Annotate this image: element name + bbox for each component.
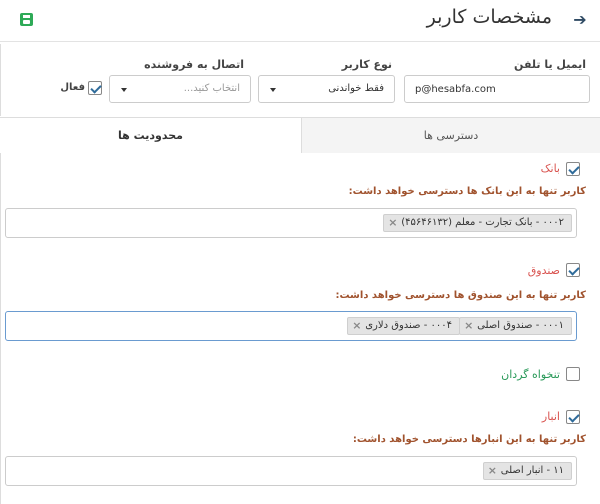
content-border [0, 153, 1, 504]
fund-tag-label: ۰۰۰۱ - صندوق اصلی [477, 320, 564, 331]
active-checkbox[interactable] [88, 81, 102, 95]
bank-description: کاربر تنها به این بانک ها دسترسی خواهد د… [348, 186, 586, 197]
page-title: مشخصات کاربر [426, 6, 552, 28]
arrow-right-icon[interactable]: ➔ [570, 10, 590, 30]
email-input[interactable] [404, 75, 590, 103]
bank-tag: ۰۰۰۲ - بانک تجارت - معلم (۴۵۶۴۶۱۳۲) × [383, 214, 572, 232]
fund-checkbox[interactable] [566, 263, 580, 277]
warehouse-tag: ۱۱ - انبار اصلی × [482, 462, 572, 480]
fund-tag: ۰۰۰۱ - صندوق اصلی × [459, 317, 572, 335]
petty-cash-checkbox[interactable] [566, 367, 580, 381]
close-icon[interactable]: × [464, 318, 473, 334]
warehouse-multiselect[interactable]: ۱۱ - انبار اصلی × [5, 456, 577, 486]
seller-link-label: اتصال به فروشنده [144, 58, 244, 71]
close-icon[interactable]: × [388, 215, 397, 231]
bank-tag-label: ۰۰۰۲ - بانک تجارت - معلم (۴۵۶۴۶۱۳۲) [401, 217, 564, 228]
petty-cash-title: تنخواه گردان [501, 368, 560, 381]
seller-link-select[interactable]: انتخاب کنید... [109, 75, 251, 103]
close-icon[interactable]: × [352, 318, 361, 334]
user-type-value: فقط خواندنی [328, 83, 384, 94]
user-type-select[interactable]: فقط خواندنی [258, 75, 395, 103]
chevron-down-icon [270, 88, 276, 92]
fund-title: صندوق [527, 264, 560, 277]
fund-description: کاربر تنها به این صندوق ها دسترسی خواهد … [335, 290, 586, 301]
save-icon[interactable] [20, 13, 33, 26]
fund-multiselect[interactable]: ۰۰۰۱ - صندوق اصلی × ۰۰۰۴ - صندوق دلاری × [5, 311, 577, 341]
chevron-down-icon [121, 88, 127, 92]
bank-title: بانک [540, 162, 560, 175]
fund-tag-label: ۰۰۰۴ - صندوق دلاری [365, 320, 452, 331]
close-icon[interactable]: × [488, 463, 497, 479]
fund-tag: ۰۰۰۴ - صندوق دلاری × [347, 317, 460, 335]
tab-limits[interactable]: محدودیت ها [0, 118, 301, 153]
user-type-label: نوع کاربر [341, 58, 392, 71]
bank-multiselect[interactable]: ۰۰۰۲ - بانک تجارت - معلم (۴۵۶۴۶۱۳۲) × [5, 208, 577, 238]
page-header: ➔ مشخصات کاربر [0, 0, 600, 42]
warehouse-title: انبار [541, 410, 560, 423]
tabs-bar: دسترسی ها محدودیت ها [0, 117, 600, 153]
bank-checkbox[interactable] [566, 162, 580, 176]
warehouse-tag-label: ۱۱ - انبار اصلی [500, 465, 564, 476]
email-label: ایمیل یا تلفن [514, 58, 586, 71]
tab-access[interactable]: دسترسی ها [301, 118, 600, 153]
warehouse-checkbox[interactable] [566, 410, 580, 424]
seller-link-placeholder: انتخاب کنید... [183, 83, 240, 94]
active-label: فعال [60, 82, 85, 93]
warehouse-description: کاربر تنها به این انبارها دسترسی خواهد د… [352, 434, 586, 445]
